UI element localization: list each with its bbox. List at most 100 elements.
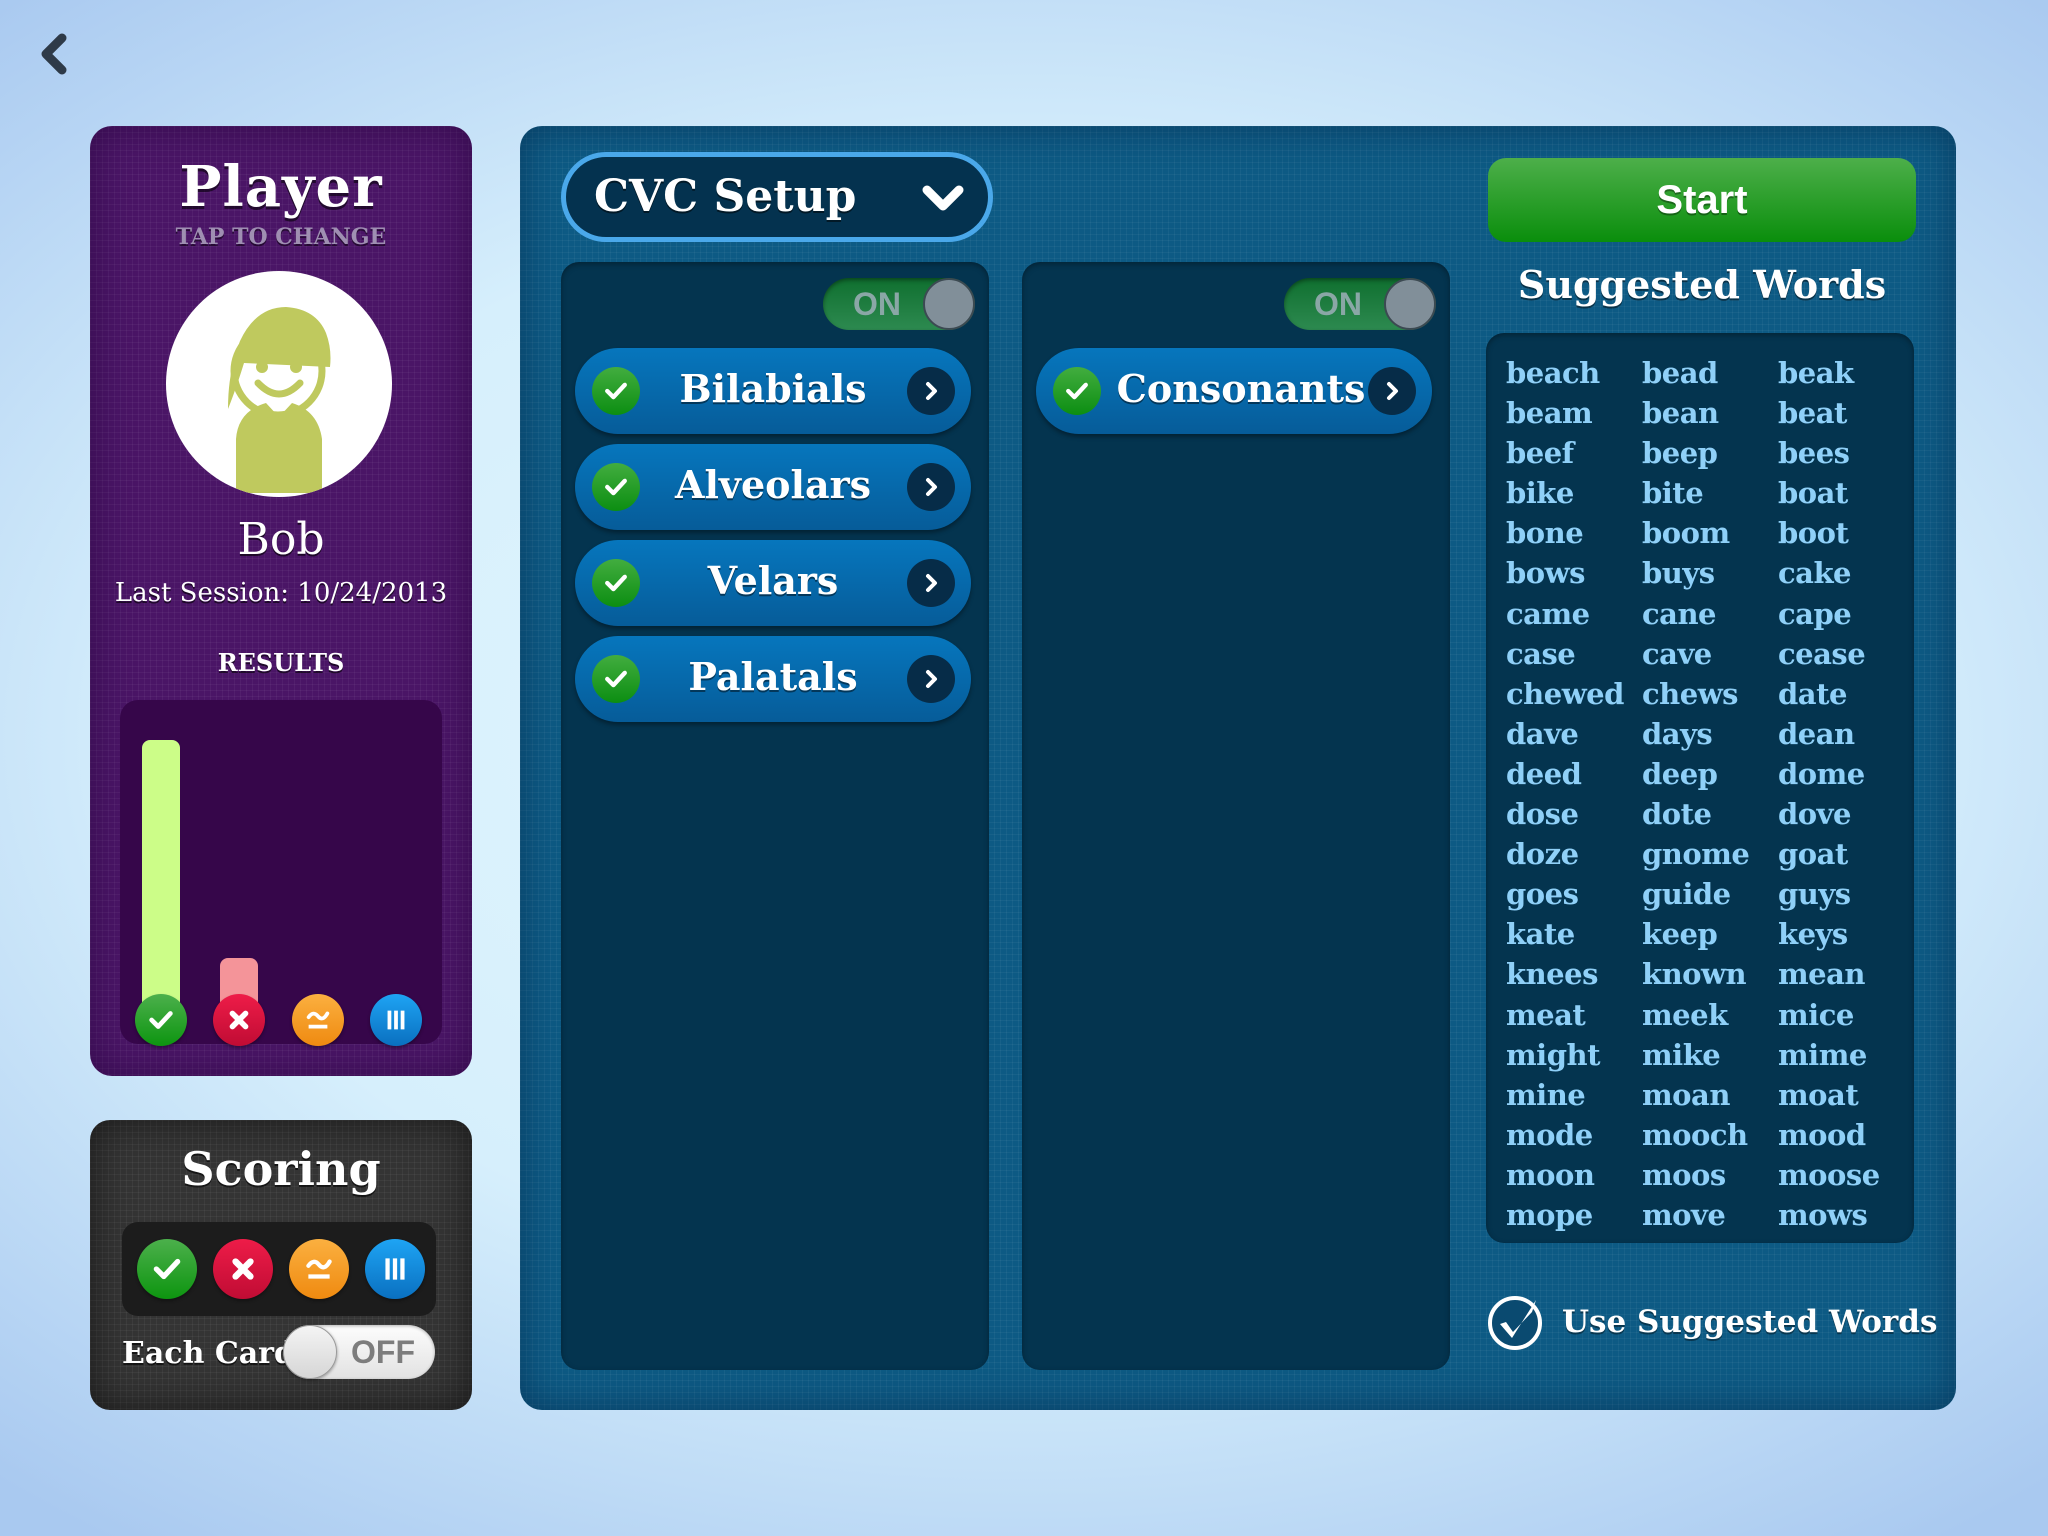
start-button[interactable]: Start: [1488, 158, 1916, 242]
sound-group-item[interactable]: Velars: [575, 540, 971, 626]
suggested-word: bead: [1642, 356, 1718, 390]
suggested-word: gnome: [1642, 837, 1750, 872]
approximate-score-button[interactable]: [289, 1239, 349, 1299]
scoring-panel: Scoring Each Card OFF: [90, 1120, 472, 1410]
results-icon-approximate: [292, 994, 344, 1046]
sound-group-item[interactable]: Palatals: [575, 636, 971, 722]
open-details-button[interactable]: [1368, 367, 1416, 415]
suggested-word: days: [1642, 716, 1713, 751]
player-panel[interactable]: Player TAP TO CHANGE Bob Last Session: 1…: [90, 126, 472, 1076]
checkbox-checked[interactable]: [1053, 367, 1101, 415]
child-avatar-icon: [228, 307, 331, 493]
checkmark-circle-icon: [1488, 1296, 1542, 1350]
suggested-word: chews: [1642, 676, 1738, 711]
suggested-word: cave: [1642, 636, 1712, 671]
sound-group-item[interactable]: Alveolars: [575, 444, 971, 530]
suggested-word: boom: [1642, 516, 1730, 551]
suggested-word: bone: [1506, 516, 1584, 551]
suggested-word: bean: [1642, 396, 1719, 431]
check-icon: [605, 670, 627, 688]
suggested-word: mooch: [1642, 1117, 1748, 1152]
suggested-word: goat: [1778, 837, 1848, 872]
suggested-word: beak: [1778, 356, 1854, 390]
suggested-word: knees: [1506, 957, 1598, 992]
setup-panel: CVC Setup ON Bilabials Alveolars Velars Pal…: [520, 126, 1956, 1410]
suggested-word: mean: [1778, 957, 1866, 992]
avatar[interactable]: [166, 271, 392, 497]
correct-score-button[interactable]: [137, 1239, 197, 1299]
toggle-state: ON: [1314, 286, 1362, 322]
check-icon: [149, 1011, 173, 1029]
suggested-word: mime: [1778, 1037, 1867, 1072]
results-icon-prompted: [370, 994, 422, 1046]
x-icon: [229, 1010, 249, 1030]
checkbox-checked[interactable]: [592, 463, 640, 511]
open-details-button[interactable]: [907, 463, 955, 511]
each-card-toggle[interactable]: OFF: [283, 1325, 435, 1379]
chevron-down-icon: [922, 185, 964, 211]
suggested-word: mows: [1778, 1197, 1868, 1232]
prompted-score-button[interactable]: [365, 1239, 425, 1299]
chevron-right-icon: [926, 574, 937, 592]
approx-icon: [306, 1011, 330, 1029]
chevron-left-icon: [41, 33, 67, 75]
open-details-button[interactable]: [907, 559, 955, 607]
suggested-words-title: Suggested Words: [1517, 262, 1887, 307]
open-details-button[interactable]: [907, 655, 955, 703]
suggested-word: known: [1642, 957, 1747, 992]
tally-icon: [387, 1010, 405, 1030]
sound-type-toggle[interactable]: ON: [1284, 278, 1436, 330]
suggested-word: moon: [1506, 1157, 1595, 1192]
suggested-words-list[interactable]: beach bead beak beam bean beat beef beep bees bik…: [1486, 333, 1914, 1243]
checkbox-checked[interactable]: [592, 655, 640, 703]
chevron-right-icon: [1387, 382, 1398, 400]
sound-group-item[interactable]: Bilabials: [575, 348, 971, 434]
suggested-word: boat: [1778, 476, 1848, 511]
check-icon: [1066, 382, 1088, 400]
suggested-word: buys: [1642, 556, 1715, 591]
sound-group-toggle[interactable]: ON: [823, 278, 975, 330]
use-suggested-words-checkbox[interactable]: Use Suggested Words: [1486, 1292, 1937, 1352]
word-grid: beach bead beak beam bean beat beef beep bees bik…: [1506, 353, 1906, 1235]
check-icon: [605, 382, 627, 400]
suggested-word: move: [1642, 1197, 1726, 1232]
suggested-word: goes: [1506, 877, 1579, 912]
suggested-word: keys: [1778, 917, 1848, 952]
tap-to-change-hint: TAP TO CHANGE: [175, 224, 387, 250]
suggested-word: cape: [1778, 596, 1852, 631]
setup-dropdown[interactable]: CVC Setup: [561, 152, 993, 242]
suggested-word: moan: [1642, 1077, 1730, 1112]
suggested-word: date: [1778, 676, 1847, 711]
suggested-word: might: [1506, 1037, 1600, 1072]
suggested-word: mood: [1778, 1117, 1866, 1152]
item-label: Consonants: [1116, 366, 1366, 411]
chevron-right-icon: [926, 382, 937, 400]
suggested-word: mice: [1778, 997, 1854, 1032]
results-chart: [120, 700, 442, 1046]
suggested-word: kate: [1506, 917, 1575, 952]
back-button[interactable]: [34, 30, 78, 78]
incorrect-score-button[interactable]: [213, 1239, 273, 1299]
item-label: Alveolars: [675, 462, 871, 507]
suggested-word: cease: [1778, 636, 1866, 671]
suggested-word: cane: [1642, 596, 1716, 631]
suggested-word: beam: [1506, 396, 1593, 431]
toggle-knob: [923, 278, 975, 330]
suggested-word: beef: [1506, 436, 1574, 471]
checkbox-checked[interactable]: [592, 367, 640, 415]
suggested-word: dean: [1778, 716, 1855, 751]
sound-type-item[interactable]: Consonants: [1036, 348, 1432, 434]
toggle-knob: [1384, 278, 1436, 330]
suggested-word: bite: [1642, 476, 1704, 511]
suggested-word: moose: [1778, 1157, 1880, 1192]
suggested-word: deed: [1506, 756, 1582, 791]
sound-type-column: ON Consonants: [1022, 262, 1450, 1370]
x-icon: [232, 1258, 254, 1280]
check-icon: [153, 1258, 181, 1280]
checkbox-checked[interactable]: [592, 559, 640, 607]
open-details-button[interactable]: [907, 367, 955, 415]
suggested-word: chewed: [1506, 676, 1624, 711]
results-label: RESULTS: [217, 648, 345, 677]
suggested-word: came: [1506, 596, 1590, 631]
suggested-word: guys: [1778, 877, 1851, 912]
